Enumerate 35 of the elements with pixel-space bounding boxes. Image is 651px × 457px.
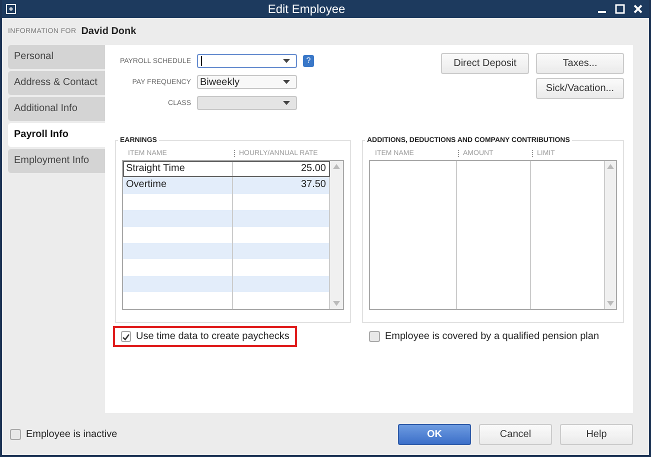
scroll-down-arrow-icon[interactable] <box>333 301 340 306</box>
tab[interactable]: Payroll Info <box>8 123 105 147</box>
window-menu-icon[interactable] <box>6 4 16 14</box>
dialog-button[interactable]: Cancel <box>479 424 552 444</box>
employee-name: David Donk <box>81 26 136 36</box>
checkbox-label: Use time data to create paychecks <box>136 331 290 342</box>
dropdown-field[interactable]: Biweekly <box>197 75 297 89</box>
checkmark-icon <box>122 332 130 340</box>
window-title: Edit Employee <box>266 2 346 16</box>
scroll-up-arrow-icon[interactable] <box>333 164 340 169</box>
checkbox-label: Employee is inactive <box>26 428 118 440</box>
help-button[interactable]: ? <box>303 55 314 67</box>
maximize-icon[interactable] <box>615 4 625 14</box>
tab[interactable]: Employment Info <box>8 149 105 173</box>
dropdown-arrow-icon[interactable] <box>283 59 290 63</box>
checkbox-label: Employee is covered by a qualified pension plan <box>385 331 600 342</box>
checkbox[interactable] <box>10 428 21 440</box>
checkbox[interactable] <box>121 331 131 342</box>
close-icon[interactable] <box>633 4 643 14</box>
checkbox[interactable] <box>369 331 380 342</box>
action-button[interactable]: Taxes... <box>536 53 624 74</box>
table-cell: Overtime <box>123 177 233 194</box>
action-button[interactable]: Direct Deposit <box>441 53 529 74</box>
tab[interactable]: Additional Info <box>8 97 105 121</box>
dropdown-arrow-icon[interactable] <box>283 80 290 84</box>
tab[interactable]: Address & Contact <box>8 71 105 95</box>
action-button[interactable]: Sick/Vacation... <box>536 78 624 99</box>
tab[interactable]: Personal <box>8 45 105 69</box>
scroll-up-arrow-icon[interactable] <box>607 164 614 169</box>
ok-button[interactable]: OK <box>398 424 471 444</box>
dialog-button[interactable]: Help <box>560 424 633 444</box>
scrollbar[interactable] <box>605 161 616 309</box>
scrollbar[interactable] <box>330 161 343 309</box>
dropdown-field[interactable] <box>197 54 297 68</box>
scroll-down-arrow-icon[interactable] <box>607 301 614 306</box>
